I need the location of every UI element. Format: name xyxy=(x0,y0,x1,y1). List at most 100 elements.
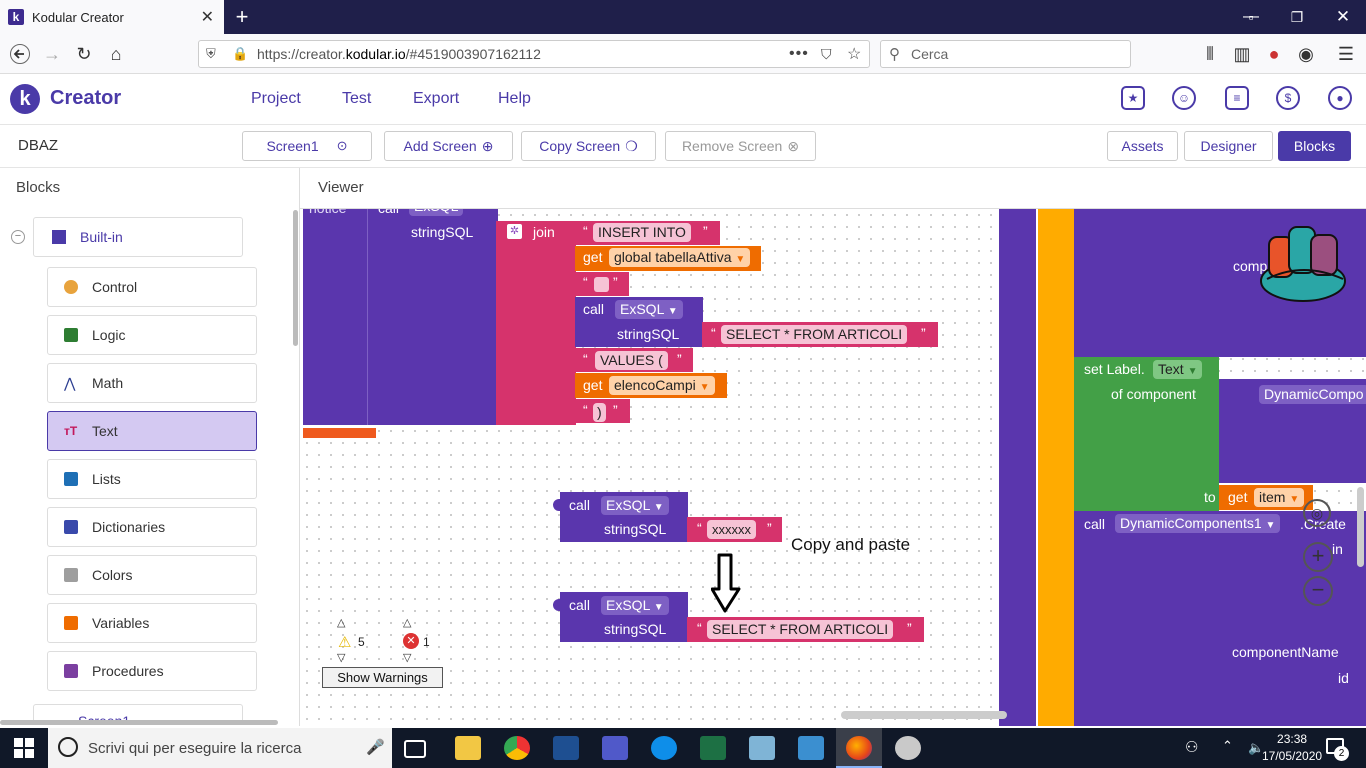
designer-button[interactable]: Designer xyxy=(1184,131,1273,161)
close-tab-icon[interactable]: ✕ xyxy=(201,7,214,27)
projects-folder-icon[interactable]: ★ xyxy=(1121,86,1145,110)
assets-button[interactable]: Assets xyxy=(1107,131,1178,161)
exsql-dropdown-top[interactable]: ExSQL xyxy=(409,209,464,216)
menu-test[interactable]: Test xyxy=(342,90,371,108)
collapse-icon[interactable]: − xyxy=(11,230,25,244)
right-event-block-bar[interactable] xyxy=(999,209,1036,726)
app-window-icon[interactable] xyxy=(798,736,824,760)
browser-tab[interactable]: k Kodular Creator ✕ xyxy=(0,0,224,34)
forward-icon[interactable]: → xyxy=(40,42,64,66)
new-tab-icon[interactable]: + xyxy=(232,4,252,30)
screen-select[interactable]: Screen1 ⊙ xyxy=(242,131,372,161)
back-icon[interactable] xyxy=(8,42,32,66)
exsql-dropdown-nested[interactable]: ExSQL ▼ xyxy=(615,300,683,319)
community-icon[interactable]: ☺ xyxy=(1172,86,1196,110)
blocks-button[interactable]: Blocks xyxy=(1278,131,1351,161)
dollar-icon[interactable]: $ xyxy=(1276,86,1300,110)
close-window-icon[interactable]: ✕ xyxy=(1320,0,1366,34)
home-icon[interactable]: ⌂ xyxy=(104,42,128,66)
dyn-compo-dropdown[interactable]: DynamicCompo xyxy=(1259,385,1366,404)
menu-hamburger-icon[interactable]: ☰ xyxy=(1334,42,1358,66)
copy-screen-button[interactable]: Copy Screen ❍ xyxy=(521,131,656,161)
menu-project[interactable]: Project xyxy=(251,90,301,108)
workspace-hscrollbar[interactable] xyxy=(841,711,1007,719)
global-tabella-dropdown[interactable]: global tabellaAttiva ▼ xyxy=(609,248,751,267)
blocks-panel-scrollbar[interactable] xyxy=(293,210,298,346)
remove-screen-button[interactable]: Remove Screen ⊗ xyxy=(665,131,816,161)
builtin-tree-item[interactable]: Built-in xyxy=(33,217,243,257)
category-logic[interactable]: Logic xyxy=(47,315,257,355)
firefox-icon[interactable] xyxy=(846,736,872,760)
extension-icon[interactable]: ● xyxy=(1262,42,1286,66)
category-text[interactable]: тT Text xyxy=(47,411,257,451)
recenter-icon[interactable]: ◎ xyxy=(1303,499,1331,527)
backpack-icon[interactable] xyxy=(1259,221,1349,305)
warning-prev-icon[interactable]: △ xyxy=(337,616,345,629)
category-procedures[interactable]: Procedures xyxy=(47,651,257,691)
exsql-dropdown-mid2[interactable]: ExSQL ▼ xyxy=(601,596,669,615)
page-actions-icon[interactable]: ••• xyxy=(789,45,809,63)
chrome-icon[interactable] xyxy=(504,736,530,760)
select-from-text-2[interactable]: SELECT * FROM ARTICOLI xyxy=(707,620,894,639)
shield-icon[interactable]: ⛨ xyxy=(206,46,216,62)
excel-icon[interactable] xyxy=(700,736,726,760)
insert-into-text[interactable]: INSERT INTO xyxy=(593,223,691,242)
values-text[interactable]: VALUES ( xyxy=(595,351,668,370)
library-icon[interactable]: ⫴ xyxy=(1198,42,1222,66)
teamviewer-icon[interactable] xyxy=(651,736,677,760)
zoom-out-icon[interactable]: − xyxy=(1303,576,1333,606)
taskbar-search-input[interactable]: Scrivi qui per eseguire la ricerca 🎤 xyxy=(48,728,392,768)
docs-icon[interactable]: ≡ xyxy=(1225,86,1249,110)
minimize-icon[interactable]: — xyxy=(1228,0,1274,34)
workspace-vscrollbar[interactable] xyxy=(1357,487,1364,567)
add-screen-button[interactable]: Add Screen ⊕ xyxy=(384,131,513,161)
browser-search-input[interactable]: ⚲ Cerca xyxy=(880,40,1131,68)
notice-call-block[interactable] xyxy=(303,209,498,425)
category-math[interactable]: ⋀ Math xyxy=(47,363,257,403)
dyn-components1-dropdown[interactable]: DynamicComponents1 ▼ xyxy=(1115,514,1281,533)
category-colors[interactable]: Colors xyxy=(47,555,257,595)
task-view-icon[interactable] xyxy=(404,740,426,758)
category-lists[interactable]: Lists xyxy=(47,459,257,499)
app-pen-icon[interactable] xyxy=(749,736,775,760)
select-from-text[interactable]: SELECT * FROM ARTICOLI xyxy=(721,325,908,344)
taskbar-clock[interactable]: 23:38 17/05/2020 xyxy=(1262,731,1322,765)
join-block[interactable] xyxy=(496,221,576,425)
elencocampi-dropdown[interactable]: elencoCampi ▼ xyxy=(609,376,715,395)
logo-text[interactable]: Creator xyxy=(50,87,121,110)
error-next-icon[interactable]: ▽ xyxy=(403,651,411,664)
account-icon[interactable]: ◉ xyxy=(1294,42,1318,66)
windows-start-icon[interactable] xyxy=(14,738,34,758)
category-variables[interactable]: Variables xyxy=(47,603,257,643)
maximize-icon[interactable]: ❐ xyxy=(1274,0,1320,34)
sidebar-icon[interactable]: ▥ xyxy=(1230,42,1254,66)
kodular-logo-icon[interactable]: k xyxy=(10,84,40,114)
blocks-panel-hscrollbar[interactable] xyxy=(0,720,278,725)
pocket-icon[interactable]: ⛉ xyxy=(821,46,832,63)
empty-text-field[interactable] xyxy=(594,277,609,292)
reload-icon[interactable]: ↻ xyxy=(72,42,96,66)
exsql-dropdown-mid1[interactable]: ExSQL ▼ xyxy=(601,496,669,515)
microphone-icon[interactable]: 🎤 xyxy=(366,738,385,756)
error-prev-icon[interactable]: △ xyxy=(403,616,411,629)
zoom-in-icon[interactable]: + xyxy=(1303,542,1333,572)
show-warnings-button[interactable]: Show Warnings xyxy=(322,667,443,688)
teams-icon[interactable] xyxy=(602,736,628,760)
url-bar[interactable]: ⛨ 🔒 https://creator.kodular.io/#45190039… xyxy=(198,40,870,68)
right-control-block-bar[interactable] xyxy=(1038,209,1074,726)
xxxxxx-text[interactable]: xxxxxx xyxy=(707,520,756,539)
app-u-icon[interactable] xyxy=(553,736,579,760)
category-control[interactable]: Control xyxy=(47,267,257,307)
category-dictionaries[interactable]: Dictionaries xyxy=(47,507,257,547)
bookmark-star-icon[interactable]: ☆ xyxy=(847,44,861,64)
paint-icon[interactable] xyxy=(895,736,921,760)
people-icon[interactable]: ⚇ xyxy=(1185,738,1198,756)
menu-help[interactable]: Help xyxy=(498,90,531,108)
file-explorer-icon[interactable] xyxy=(455,736,481,760)
menu-export[interactable]: Export xyxy=(413,90,459,108)
text-property-dropdown[interactable]: Text ▼ xyxy=(1153,360,1203,379)
item-dropdown[interactable]: item ▼ xyxy=(1254,488,1305,507)
warning-next-icon[interactable]: ▽ xyxy=(337,651,345,664)
tray-chevron-icon[interactable]: ⌃ xyxy=(1222,738,1233,754)
url-text[interactable]: https://creator.kodular.io/#451900390716… xyxy=(257,46,541,62)
